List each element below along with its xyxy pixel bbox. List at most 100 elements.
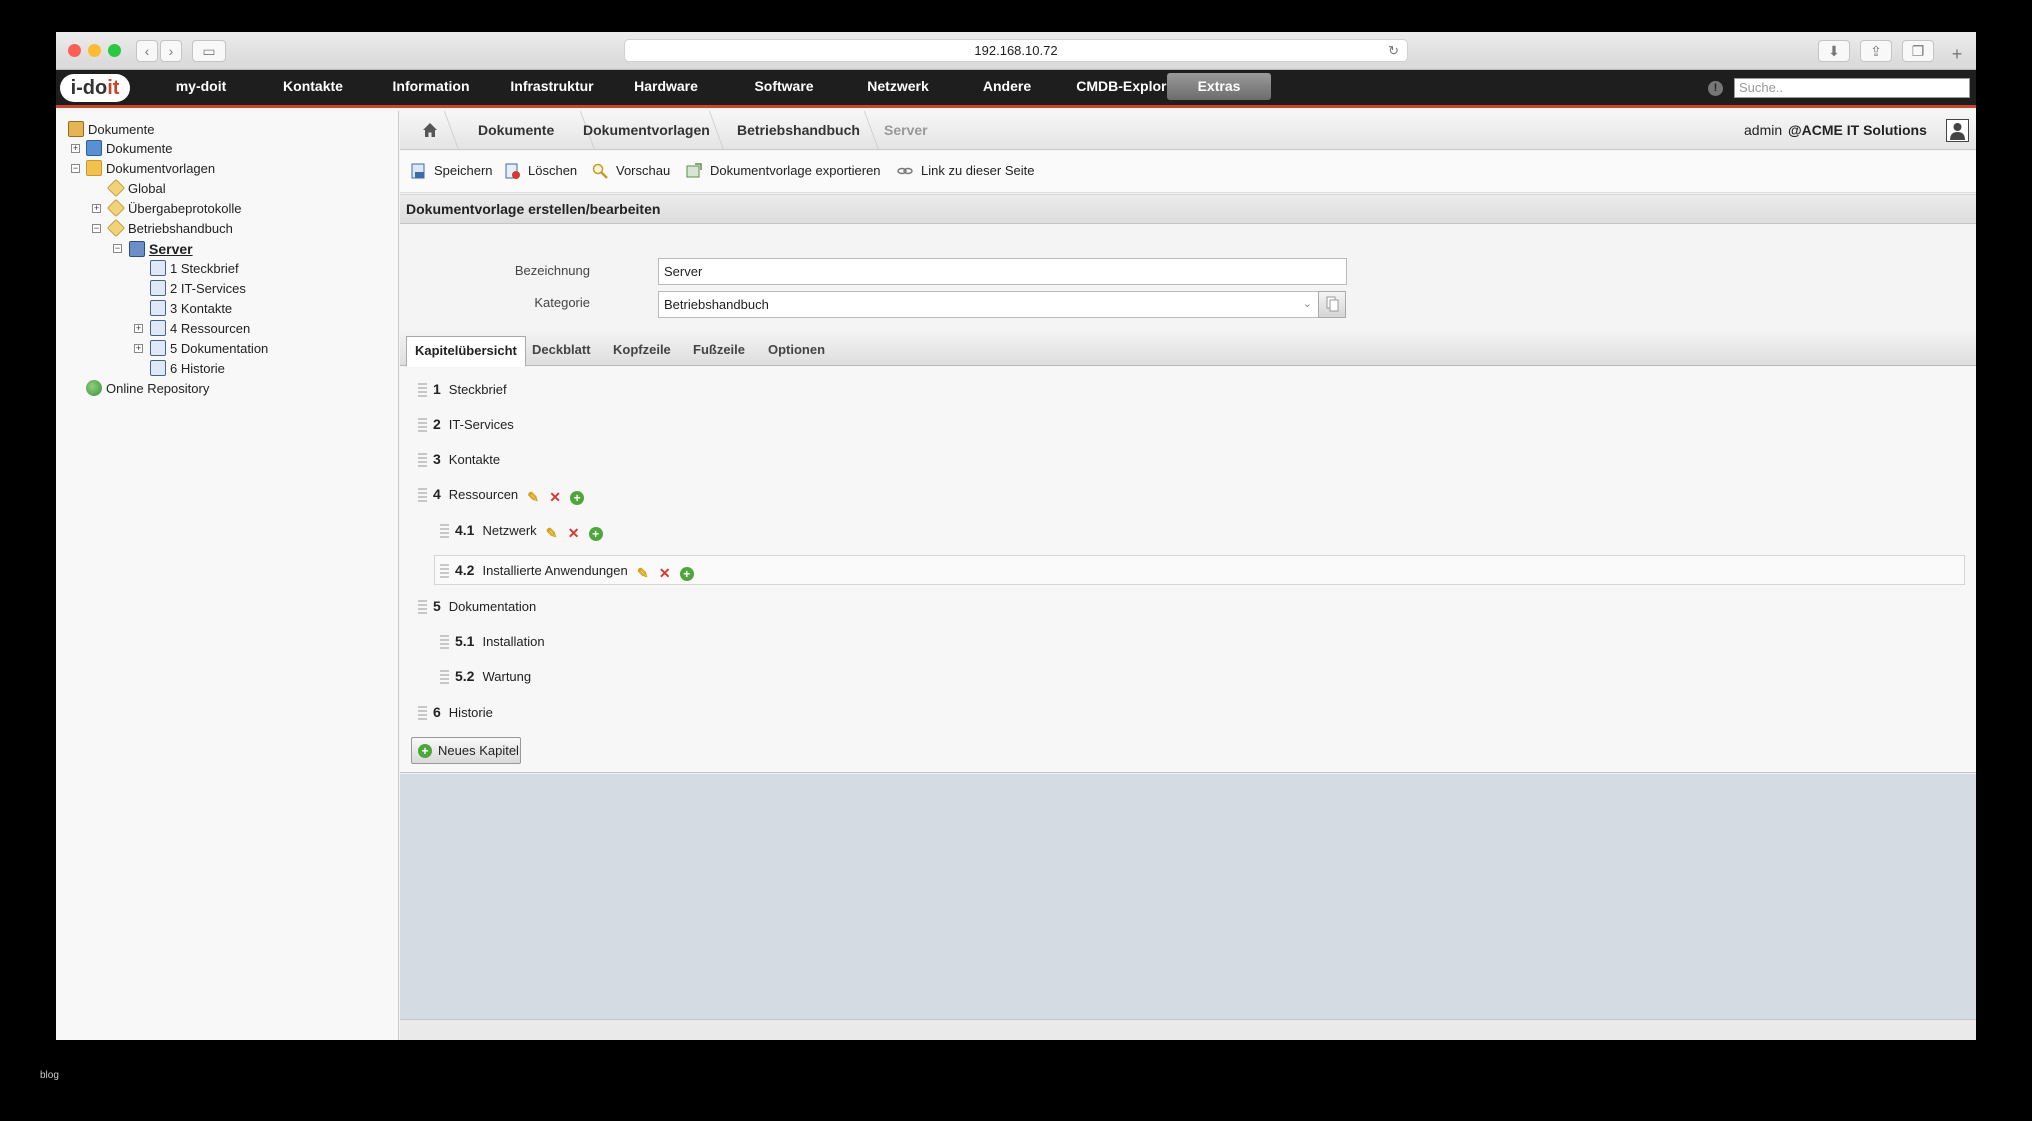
tree-item-historie[interactable]: 6 Historie bbox=[150, 360, 225, 378]
chapter-title: Ressourcen bbox=[448, 487, 519, 502]
maximize-window-button[interactable] bbox=[108, 44, 121, 57]
delete-icon[interactable]: ✕ bbox=[567, 526, 581, 540]
add-icon[interactable]: + bbox=[570, 491, 585, 505]
tab-deckblatt[interactable]: Deckblatt bbox=[524, 336, 599, 366]
chapter-title: Steckbrief bbox=[448, 382, 507, 397]
list-item[interactable]: 5.2 Wartung bbox=[440, 663, 531, 689]
list-item[interactable]: 4.2 Installierte Anwendungen ✎ ✕ + bbox=[440, 557, 694, 583]
expand-icon[interactable]: + bbox=[71, 144, 80, 153]
list-item[interactable]: 4.1 Netzwerk ✎ ✕ + bbox=[440, 517, 603, 543]
list-item[interactable]: 6 Historie bbox=[418, 699, 493, 725]
home-icon[interactable] bbox=[422, 122, 438, 138]
page-link-button[interactable]: Link zu dieser Seite bbox=[897, 151, 1034, 193]
new-tab-icon[interactable]: + bbox=[1946, 44, 1968, 66]
tabs-overview-icon[interactable]: ❐ bbox=[1902, 40, 1934, 62]
nav-item-software[interactable]: Software bbox=[734, 70, 834, 105]
tab-kapiteluebersicht[interactable]: Kapitelübersicht bbox=[406, 336, 526, 367]
drag-handle-icon[interactable] bbox=[440, 635, 449, 649]
chapter-title: IT-Services bbox=[448, 417, 514, 432]
delete-button[interactable]: Löschen bbox=[504, 151, 577, 193]
search-input[interactable]: Suche.. bbox=[1734, 78, 1970, 98]
folder-icon bbox=[86, 160, 102, 176]
drag-handle-icon[interactable] bbox=[418, 600, 427, 614]
nav-item-kontakte[interactable]: Kontakte bbox=[268, 70, 358, 105]
drag-handle-icon[interactable] bbox=[440, 524, 449, 538]
tab-optionen[interactable]: Optionen bbox=[760, 336, 833, 366]
collapse-icon[interactable]: − bbox=[92, 224, 101, 233]
save-button[interactable]: Speichern bbox=[410, 151, 493, 193]
list-item[interactable]: 3 Kontakte bbox=[418, 446, 500, 472]
close-window-button[interactable] bbox=[68, 44, 81, 57]
tree-item-server[interactable]: Server bbox=[129, 240, 193, 258]
tree-item-uebergabeprotokolle[interactable]: Übergabeprotokolle bbox=[106, 198, 241, 218]
pencil-icon[interactable]: ✎ bbox=[545, 526, 559, 540]
tree-item-ressourcen[interactable]: 4 Ressourcen bbox=[150, 320, 250, 338]
minimize-window-button[interactable] bbox=[88, 44, 101, 57]
tenant-name[interactable]: @ACME IT Solutions bbox=[1788, 111, 1927, 149]
username[interactable]: admin bbox=[1744, 111, 1782, 149]
list-item[interactable]: 4 Ressourcen ✎ ✕ + bbox=[418, 481, 585, 507]
address-bar[interactable]: 192.168.10.72 ↻ bbox=[624, 39, 1408, 62]
nav-item-andere[interactable]: Andere bbox=[962, 70, 1052, 105]
tree-item-online-repository[interactable]: Online Repository bbox=[86, 380, 209, 398]
list-item[interactable]: 2 IT-Services bbox=[418, 411, 514, 437]
add-icon[interactable]: + bbox=[679, 567, 694, 581]
new-chapter-button[interactable]: + Neues Kapitel bbox=[411, 737, 521, 764]
drag-handle-icon[interactable] bbox=[418, 706, 427, 720]
tree-item-dokumentation[interactable]: 5 Dokumentation bbox=[150, 340, 268, 358]
reload-icon[interactable]: ↻ bbox=[1388, 40, 1399, 62]
pencil-icon[interactable]: ✎ bbox=[636, 566, 650, 580]
tab-kopfzeile[interactable]: Kopfzeile bbox=[605, 336, 679, 366]
expand-icon[interactable]: + bbox=[134, 344, 143, 353]
delete-icon[interactable]: ✕ bbox=[548, 490, 562, 504]
export-template-button[interactable]: Dokumentvorlage exportieren bbox=[686, 151, 881, 193]
list-item[interactable]: 5.1 Installation bbox=[440, 628, 545, 654]
name-field[interactable]: Server bbox=[658, 258, 1347, 285]
download-icon[interactable]: ⬇ bbox=[1818, 40, 1850, 62]
drag-handle-icon[interactable] bbox=[440, 670, 449, 684]
share-icon[interactable]: ⇪ bbox=[1860, 40, 1892, 62]
preview-button[interactable]: Vorschau bbox=[592, 151, 670, 193]
drag-handle-icon[interactable] bbox=[418, 418, 427, 432]
tree-item-kontakte[interactable]: 3 Kontakte bbox=[150, 300, 232, 318]
avatar[interactable] bbox=[1946, 119, 1969, 142]
nav-item-my-doit[interactable]: my-doit bbox=[156, 70, 246, 105]
tree-item-global[interactable]: Global bbox=[106, 178, 166, 198]
drag-handle-icon[interactable] bbox=[440, 564, 449, 578]
tree-item-dokumente[interactable]: Dokumente bbox=[86, 140, 172, 158]
tab-fusszeile[interactable]: Fußzeile bbox=[685, 336, 753, 366]
category-browse-button[interactable] bbox=[1318, 291, 1346, 318]
forward-icon[interactable]: › bbox=[160, 40, 182, 62]
save-label: Speichern bbox=[434, 163, 493, 178]
nav-item-infrastruktur[interactable]: Infrastruktur bbox=[492, 70, 612, 105]
drag-handle-icon[interactable] bbox=[418, 488, 427, 502]
breadcrumb-item-dokumente[interactable]: Dokumente bbox=[478, 111, 554, 150]
nav-item-extras[interactable]: Extras bbox=[1167, 73, 1271, 100]
tree-item-steckbrief[interactable]: 1 Steckbrief bbox=[150, 260, 239, 278]
tree-item-it-services[interactable]: 2 IT-Services bbox=[150, 280, 246, 298]
drag-handle-icon[interactable] bbox=[418, 453, 427, 467]
back-icon[interactable]: ‹ bbox=[136, 40, 158, 62]
collapse-icon[interactable]: − bbox=[113, 244, 122, 253]
tree-root-dokumente[interactable]: Dokumente bbox=[68, 121, 154, 139]
breadcrumb-item-dokumentvorlagen[interactable]: Dokumentvorlagen bbox=[583, 111, 710, 150]
collapse-icon[interactable]: − bbox=[71, 164, 80, 173]
expand-icon[interactable]: + bbox=[134, 324, 143, 333]
info-icon[interactable]: ! bbox=[1708, 81, 1723, 96]
expand-icon[interactable]: + bbox=[92, 204, 101, 213]
delete-icon[interactable]: ✕ bbox=[658, 566, 672, 580]
tree-item-dokumentvorlagen[interactable]: Dokumentvorlagen bbox=[86, 160, 215, 178]
add-icon[interactable]: + bbox=[588, 527, 603, 541]
tree-item-betriebshandbuch[interactable]: Betriebshandbuch bbox=[106, 218, 233, 238]
drag-handle-icon[interactable] bbox=[418, 383, 427, 397]
list-item[interactable]: 1 Steckbrief bbox=[418, 376, 507, 402]
breadcrumb-item-betriebshandbuch[interactable]: Betriebshandbuch bbox=[737, 111, 860, 150]
nav-item-information[interactable]: Information bbox=[376, 70, 486, 105]
list-item[interactable]: 5 Dokumentation bbox=[418, 593, 536, 619]
logo[interactable]: i-doit bbox=[60, 74, 130, 102]
sidebar-toggle-icon[interactable]: ▭ bbox=[192, 40, 226, 62]
nav-item-netzwerk[interactable]: Netzwerk bbox=[848, 70, 948, 105]
nav-item-hardware[interactable]: Hardware bbox=[616, 70, 716, 105]
pencil-icon[interactable]: ✎ bbox=[526, 490, 540, 504]
category-select[interactable]: Betriebshandbuch ⌄ bbox=[658, 291, 1319, 318]
